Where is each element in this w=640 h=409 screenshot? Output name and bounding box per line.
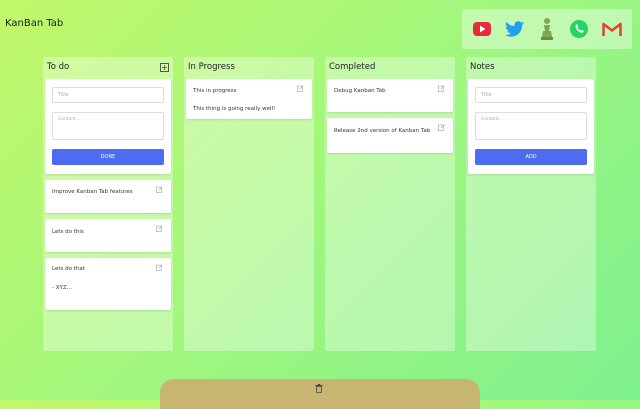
trash-drop-zone[interactable] — [160, 379, 480, 409]
task-content: This thing is going really well! — [193, 106, 276, 112]
edit-icon[interactable] — [156, 225, 163, 232]
new-note-form: ADD — [468, 79, 594, 174]
edit-icon[interactable] — [438, 124, 445, 131]
task-title: Improve Kanban Tab features — [52, 189, 133, 195]
task-card[interactable]: Debug Kanban Tab — [327, 79, 453, 112]
column-completed: Completed Debug Kanban Tab Release 2nd v… — [325, 57, 455, 351]
edit-icon[interactable] — [297, 85, 304, 92]
done-button[interactable]: DONE — [52, 149, 164, 165]
column-in-progress: In Progress This in progress This thing … — [184, 57, 314, 351]
task-title: Debug Kanban Tab — [334, 88, 386, 94]
task-title: Lets do this — [52, 229, 84, 235]
column-title: To do — [47, 62, 70, 72]
column-title: Notes — [470, 62, 495, 72]
task-title: This in progress — [193, 88, 237, 94]
column-todo: To do + DONE Improve Kanban Tab features… — [43, 57, 173, 351]
trash-icon — [315, 384, 323, 393]
column-title: Completed — [329, 62, 376, 72]
gmail-icon[interactable] — [600, 17, 624, 41]
note-content-input[interactable] — [475, 112, 587, 140]
whatsapp-icon[interactable] — [567, 17, 591, 41]
add-button[interactable]: ADD — [475, 149, 587, 165]
task-card[interactable]: Release 2nd version of Kanban Tab — [327, 118, 453, 153]
task-card[interactable]: This in progress This thing is going rea… — [186, 79, 312, 119]
twitter-icon[interactable] — [503, 17, 527, 41]
task-content: - XYZ... — [52, 285, 72, 291]
task-title: Lets do that — [52, 266, 85, 272]
task-card[interactable]: Lets do this — [45, 219, 171, 252]
new-task-form: DONE — [45, 79, 171, 174]
app-title: KanBan Tab — [5, 18, 64, 29]
edit-icon[interactable] — [438, 85, 445, 92]
add-task-icon[interactable]: + — [160, 63, 169, 72]
note-title-input[interactable] — [475, 87, 587, 103]
task-content-input[interactable] — [52, 112, 164, 140]
chess-icon[interactable] — [535, 17, 559, 41]
youtube-icon[interactable] — [470, 17, 494, 41]
edit-icon[interactable] — [156, 186, 163, 193]
task-title-input[interactable] — [52, 87, 164, 103]
social-links-bar — [462, 9, 632, 49]
task-title: Release 2nd version of Kanban Tab — [334, 128, 431, 134]
task-card[interactable]: Improve Kanban Tab features — [45, 180, 171, 213]
edit-icon[interactable] — [156, 264, 163, 271]
column-title: In Progress — [188, 62, 235, 72]
task-card[interactable]: Lets do that - XYZ... — [45, 258, 171, 310]
column-notes: Notes ADD — [466, 57, 596, 351]
